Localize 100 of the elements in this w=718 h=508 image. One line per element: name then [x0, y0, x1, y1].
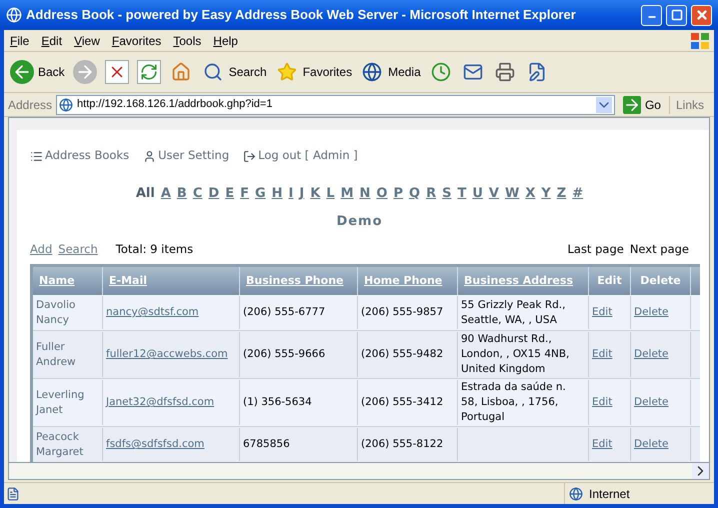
toolbar-icon-button[interactable] — [104, 57, 129, 87]
letter-link[interactable]: X — [525, 184, 536, 204]
letter-link[interactable]: L — [326, 184, 335, 204]
security-zone: Internet — [589, 486, 630, 502]
letter-link[interactable]: U — [472, 184, 483, 204]
phone-number: (206) 555-3412 — [361, 395, 444, 410]
letter-link[interactable]: E — [225, 184, 234, 204]
address-text: 55 Grizzly Peak Rd., Seattle, WA, , USA — [461, 298, 566, 328]
delete-link[interactable]: Delete — [634, 347, 668, 362]
letter-link[interactable]: W — [504, 184, 520, 204]
letter-link[interactable]: P — [393, 184, 404, 204]
url-text: http://192.168.126.1/addrbook.ghp?id=1 — [77, 97, 274, 112]
email-link[interactable]: nancy@sdtsf.com — [106, 305, 199, 320]
letter-link[interactable]: O — [376, 184, 388, 204]
page-icon — [6, 486, 20, 500]
letter-link[interactable]: Q — [409, 184, 420, 204]
book-title: Demo — [336, 212, 383, 230]
edit-link[interactable]: Edit — [592, 305, 612, 320]
address-text: 90 Wadhurst Rd., London, , OX15 4NB, United Kingdom — [461, 332, 570, 378]
nav-link[interactable]: Address Books — [30, 147, 130, 165]
alphabet-all[interactable]: All — [136, 184, 155, 204]
toolbar-button[interactable]: Search — [200, 57, 267, 87]
close-icon — [694, 8, 708, 22]
maximize-icon — [670, 9, 682, 21]
letter-link[interactable]: B — [176, 184, 187, 204]
total-count: Total: 9 items — [116, 241, 194, 258]
scroll-right-icon[interactable] — [692, 463, 709, 479]
phone-number: (206) 555-8122 — [361, 437, 444, 452]
menu-item[interactable]: File — [4, 32, 36, 50]
toolbar-button[interactable]: Favorites — [274, 57, 352, 87]
logout-icon — [243, 150, 256, 162]
letter-link[interactable]: J — [299, 184, 304, 204]
letter-link[interactable]: K — [310, 184, 320, 204]
letter-link[interactable]: A — [160, 184, 171, 204]
contact-name: Peacock Margaret — [36, 430, 84, 460]
refresh-icon — [136, 60, 161, 84]
globe-icon — [569, 486, 583, 500]
letter-link[interactable]: H — [272, 184, 283, 204]
menu-item[interactable]: View — [68, 32, 106, 50]
close-button[interactable] — [691, 4, 712, 26]
toolbar-icon-button[interactable] — [136, 57, 161, 87]
delete-link[interactable]: Delete — [634, 395, 668, 410]
letter-link[interactable]: C — [192, 184, 202, 204]
paging-text: Last page — [567, 241, 624, 258]
minimize-button[interactable] — [641, 4, 662, 26]
list-icon — [30, 150, 43, 162]
paging-text: Next page — [630, 241, 689, 258]
contact-name: Davolio Nancy — [36, 298, 76, 328]
address-text: Estrada da saúde n. 58, Lisboa, , 1756, Portugal — [461, 380, 567, 426]
delete-link[interactable]: Delete — [634, 305, 668, 320]
menu-item[interactable]: Favorites — [106, 32, 168, 50]
letter-link[interactable]: N — [360, 184, 370, 204]
windows-logo-icon — [690, 32, 710, 50]
nav-link[interactable]: User Setting — [143, 147, 230, 165]
nav-link[interactable]: Log out [ Admin ] — [243, 147, 358, 165]
letter-link[interactable]: V — [488, 184, 499, 204]
go-button[interactable]: Go — [618, 96, 665, 114]
edit-link[interactable]: Edit — [592, 395, 612, 410]
menu-item[interactable]: Edit — [35, 32, 68, 50]
letter-link[interactable]: I — [288, 184, 294, 204]
phone-number: (1) 356-5634 — [243, 395, 312, 410]
contact-name: Fuller Andrew — [36, 340, 77, 370]
address-label: Address — [8, 96, 52, 114]
letter-link[interactable]: G — [254, 184, 266, 204]
edit-link[interactable]: Edit — [592, 437, 612, 452]
letter-link[interactable]: D — [208, 184, 220, 204]
action-link[interactable]: Search — [58, 241, 98, 258]
email-link[interactable]: fsdfs@sdfsfsd.com — [106, 437, 204, 452]
address-field[interactable]: http://192.168.126.1/addrbook.ghp?id=1 — [56, 94, 615, 114]
edit-link[interactable]: Edit — [592, 347, 612, 362]
user-icon — [143, 150, 156, 162]
phone-number: (206) 555-9857 — [361, 305, 444, 320]
links-label[interactable]: Links — [668, 96, 710, 114]
letter-link[interactable]: Y — [541, 184, 551, 204]
letter-link[interactable]: F — [240, 184, 249, 204]
window-title: Address Book - powered by Easy Address Book Web Server - Microsoft Internet Explorer — [26, 6, 577, 24]
email-link[interactable]: Janet32@dfsfsd.com — [106, 395, 214, 410]
phone-number: 6785856 — [243, 437, 290, 452]
phone-number: (206) 555-9666 — [243, 347, 326, 362]
globe-icon — [59, 98, 74, 112]
letter-link[interactable]: S — [442, 184, 452, 204]
contact-name: Leverling Janet — [36, 388, 86, 418]
menu-item[interactable]: Tools — [167, 32, 208, 50]
letter-link[interactable]: Z — [556, 184, 566, 204]
toolbar-button[interactable]: Back — [10, 57, 65, 87]
email-link[interactable]: fuller12@accwebs.com — [106, 347, 228, 362]
action-link[interactable]: Add — [30, 241, 52, 258]
toolbar-button[interactable]: Media — [360, 57, 421, 87]
stop-icon — [104, 60, 129, 84]
phone-number: (206) 555-6777 — [243, 305, 326, 320]
letter-link[interactable]: M — [340, 184, 354, 204]
maximize-button[interactable] — [666, 4, 687, 26]
letter-link[interactable]: # — [572, 184, 584, 204]
letter-link[interactable]: R — [426, 184, 436, 204]
dropdown-icon[interactable] — [596, 96, 612, 112]
menu-item[interactable]: Help — [207, 32, 244, 50]
horizontal-scrollbar[interactable] — [9, 462, 709, 479]
phone-number: (206) 555-9482 — [361, 347, 444, 362]
delete-link[interactable]: Delete — [634, 437, 668, 452]
letter-link[interactable]: T — [457, 184, 466, 204]
